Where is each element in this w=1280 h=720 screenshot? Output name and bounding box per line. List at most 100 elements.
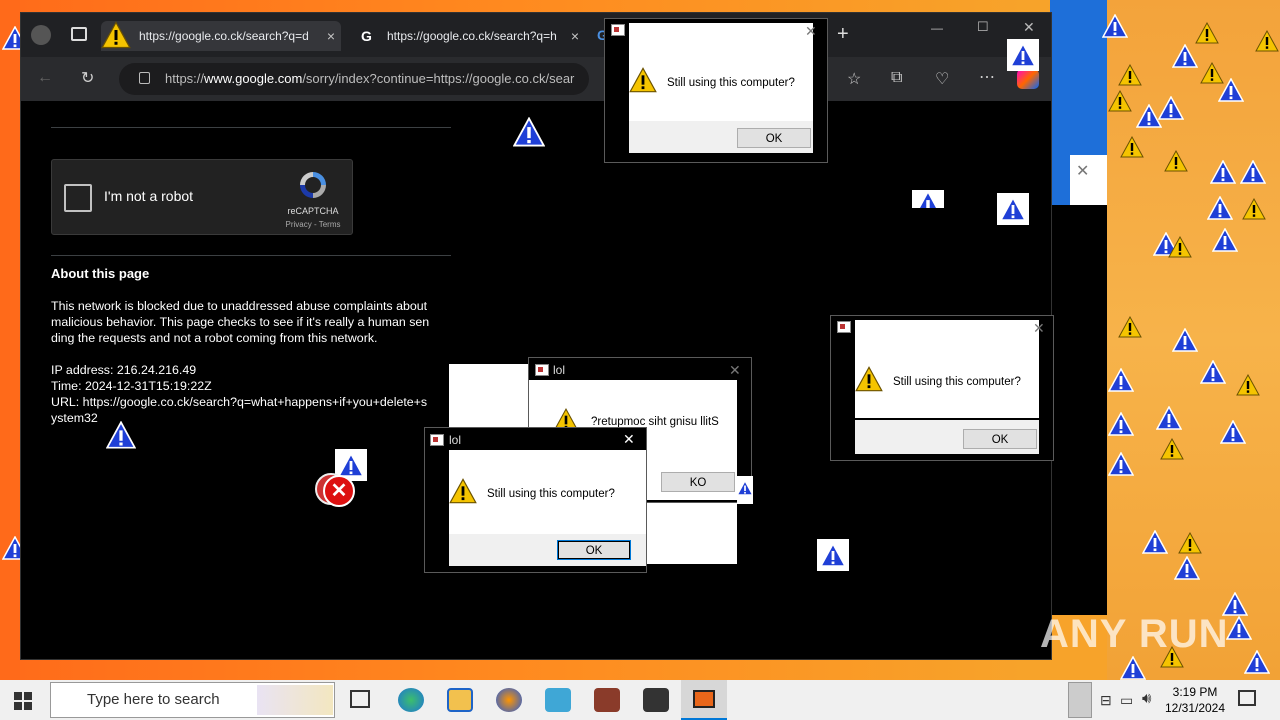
dialog-still-using-right: lol Still using this computer? ✕ OK xyxy=(830,315,1054,461)
warning-icon xyxy=(629,67,657,93)
tab-1[interactable]: https://google.co.ck/search?q=d × xyxy=(101,21,341,51)
warning-icon xyxy=(1118,316,1142,338)
app-icon xyxy=(430,434,444,446)
about-section: About this page xyxy=(51,266,461,281)
file-explorer-icon[interactable] xyxy=(447,688,473,712)
warning-icon xyxy=(1120,656,1146,680)
warning-icon xyxy=(1174,556,1200,580)
warning-icon xyxy=(1108,368,1134,392)
lock-icon xyxy=(139,72,150,84)
store-icon[interactable] xyxy=(545,688,571,712)
recaptcha-brand: reCAPTCHA xyxy=(287,206,339,216)
minimize-button[interactable]: — xyxy=(931,21,943,35)
notification-icon[interactable] xyxy=(1238,690,1256,706)
display-icon[interactable]: ▭ xyxy=(1120,692,1133,709)
warning-icon xyxy=(1010,42,1036,68)
favorites-icon[interactable]: ☆ xyxy=(847,69,861,89)
warning-icon xyxy=(1108,412,1134,436)
ok-button[interactable]: OK xyxy=(963,429,1037,449)
warning-icon xyxy=(1164,150,1188,172)
search-highlight-image xyxy=(257,685,333,715)
new-tab-button[interactable]: + xyxy=(837,23,849,46)
ip-address: IP address: 216.24.216.49 xyxy=(51,363,197,377)
tab-2-close-icon[interactable]: × xyxy=(571,21,579,51)
more-menu-icon[interactable]: ⋯ xyxy=(979,67,995,87)
close-window-button[interactable]: ✕ xyxy=(1023,19,1035,36)
warning-icon xyxy=(1195,22,1219,44)
warning-icon xyxy=(1118,64,1142,86)
tab-1-close-icon[interactable]: × xyxy=(327,21,335,51)
dialog-title: lol xyxy=(449,433,462,447)
url-field[interactable]: https://www.google.com/sorry/index?conti… xyxy=(119,63,589,95)
active-app-button[interactable] xyxy=(681,680,727,720)
browser-essentials-icon[interactable]: ♡ xyxy=(935,69,949,89)
system-clock[interactable]: 3:19 PM 12/31/2024 xyxy=(1160,684,1230,716)
taskbar: Type here to search ⊟ ▭ 🔊︎ 3:19 PM 12/31… xyxy=(0,680,1280,720)
warning-icon xyxy=(513,117,545,147)
start-button[interactable] xyxy=(14,692,32,710)
maximize-button[interactable]: ☐ xyxy=(977,19,989,35)
ok-button[interactable]: OK xyxy=(557,540,631,560)
refresh-icon[interactable]: ↻ xyxy=(81,68,94,88)
close-icon[interactable]: ✕ xyxy=(805,23,817,40)
app-icon[interactable] xyxy=(594,688,620,712)
close-icon[interactable]: ✕ xyxy=(623,431,635,448)
warning-icon xyxy=(1158,96,1184,120)
warning-icon xyxy=(1142,530,1168,554)
url-path: /sorry/index?continue=https://google.co.… xyxy=(302,71,575,86)
background-window-panel: ✕ xyxy=(1070,155,1107,205)
tab-bar: https://google.co.ck/search?q=d × G http… xyxy=(21,13,1051,57)
collections-icon[interactable]: ⧉ xyxy=(891,69,902,87)
dialog-still-using-front: lol ✕ Still using this computer? OK xyxy=(424,427,647,573)
warning-icon xyxy=(1255,30,1279,52)
task-view-icon[interactable] xyxy=(350,690,370,708)
warning-icon xyxy=(1172,44,1198,68)
app-icon xyxy=(611,24,625,36)
tab-2[interactable]: G https://google.co.ck/search?q=h × xyxy=(349,21,585,51)
copilot-icon[interactable] xyxy=(1017,69,1039,89)
taskbar-search-box[interactable]: Type here to search xyxy=(50,682,335,718)
back-icon[interactable]: ← xyxy=(37,69,53,87)
close-icon: ✕ xyxy=(1076,163,1090,180)
warning-icon xyxy=(1160,438,1184,460)
profile-avatar[interactable] xyxy=(31,25,51,45)
ok-button[interactable]: OK xyxy=(737,128,811,148)
ko-button[interactable]: KO xyxy=(661,472,735,492)
dialog-button-bar: OK xyxy=(449,534,646,566)
recaptcha-widget: I'm not a robot reCAPTCHA Privacy - Term… xyxy=(51,159,353,235)
dialog-button-bar: OK xyxy=(629,121,813,153)
volume-icon[interactable]: 🔊︎ xyxy=(1142,690,1151,707)
warning-icon xyxy=(1218,78,1244,102)
about-line: malicious behavior. This page checks to … xyxy=(51,315,430,329)
edge-icon[interactable] xyxy=(398,688,424,712)
warning-icon xyxy=(1172,328,1198,352)
tray-overflow[interactable] xyxy=(1068,682,1092,718)
divider xyxy=(51,255,451,256)
dialog-still-using-top: lol Still using this computer? ✕ OK xyxy=(604,18,828,163)
desktop-left-edge xyxy=(0,0,20,680)
blocked-url: URL: https://google.co.ck/search?q=what+… xyxy=(51,395,428,409)
recaptcha-checkbox[interactable] xyxy=(64,184,92,212)
dialog-body: Still using this computer? xyxy=(629,23,813,121)
dialog-message: Still using this computer? xyxy=(893,376,1021,388)
warning-icon xyxy=(1212,228,1238,252)
warning-icon xyxy=(1236,374,1260,396)
warning-icon xyxy=(737,476,753,500)
tab-actions-icon[interactable] xyxy=(71,27,87,41)
network-icon[interactable]: ⊟ xyxy=(1100,692,1112,709)
url-prefix: https:// xyxy=(165,71,205,86)
close-icon[interactable]: ✕ xyxy=(1033,320,1045,337)
search-placeholder: Type here to search xyxy=(87,691,220,708)
warning-icon xyxy=(1220,420,1246,444)
tab-1-title: https://google.co.ck/search?q=d xyxy=(139,29,309,43)
warning-icon xyxy=(1108,90,1132,112)
firefox-icon[interactable] xyxy=(496,688,522,712)
close-icon[interactable]: ✕ xyxy=(729,362,741,379)
warning-icon-tile xyxy=(737,476,753,504)
recaptcha-terms-link[interactable]: Privacy - Terms xyxy=(276,220,350,229)
address-bar-row: ← ↻ https://www.google.com/sorry/index?c… xyxy=(21,57,1051,101)
warning-icon xyxy=(1102,14,1128,38)
app-icon[interactable] xyxy=(643,688,669,712)
warning-icon xyxy=(1168,236,1192,258)
divider xyxy=(51,127,451,128)
